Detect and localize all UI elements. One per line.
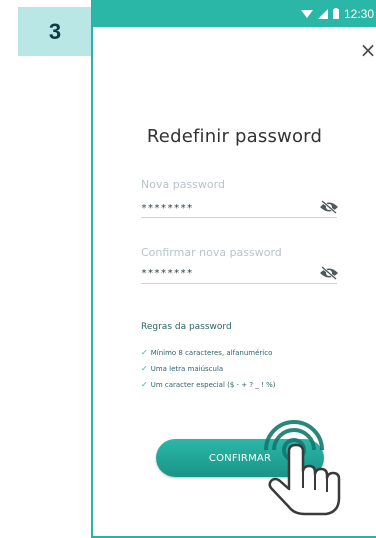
password-rule-item: ✓ Uma letra maiúscula: [141, 364, 224, 373]
status-bar: 12:30: [93, 0, 376, 27]
confirm-password-field[interactable]: ********: [141, 268, 193, 279]
check-icon: ✓: [141, 348, 148, 357]
page-title: Redefinir password: [146, 126, 323, 147]
password-rule-item: ✓ Mínimo 8 caracteres, alfanumérico: [141, 348, 273, 357]
new-password-underline: [141, 217, 337, 218]
eye-off-icon[interactable]: [319, 265, 339, 281]
status-time: 12:30: [343, 6, 374, 21]
step-number-badge: 3: [18, 7, 92, 56]
close-icon[interactable]: ×: [358, 40, 376, 60]
password-rules-title: Regras da password: [141, 322, 232, 332]
signal-icon: [317, 8, 328, 19]
new-password-label: Nova password: [141, 178, 225, 191]
battery-icon: [332, 8, 339, 19]
check-icon: ✓: [141, 380, 148, 389]
check-icon: ✓: [141, 364, 148, 373]
tap-gesture-icon: [264, 420, 341, 516]
wifi-icon: [300, 9, 313, 18]
confirm-password-underline: [141, 283, 337, 284]
new-password-field[interactable]: ********: [141, 203, 193, 214]
password-rule-item: ✓ Um caracter especial ($ - + ? _ ! %): [141, 380, 276, 389]
eye-off-icon[interactable]: [319, 199, 339, 215]
confirm-password-label: Confirmar nova password: [141, 246, 282, 259]
